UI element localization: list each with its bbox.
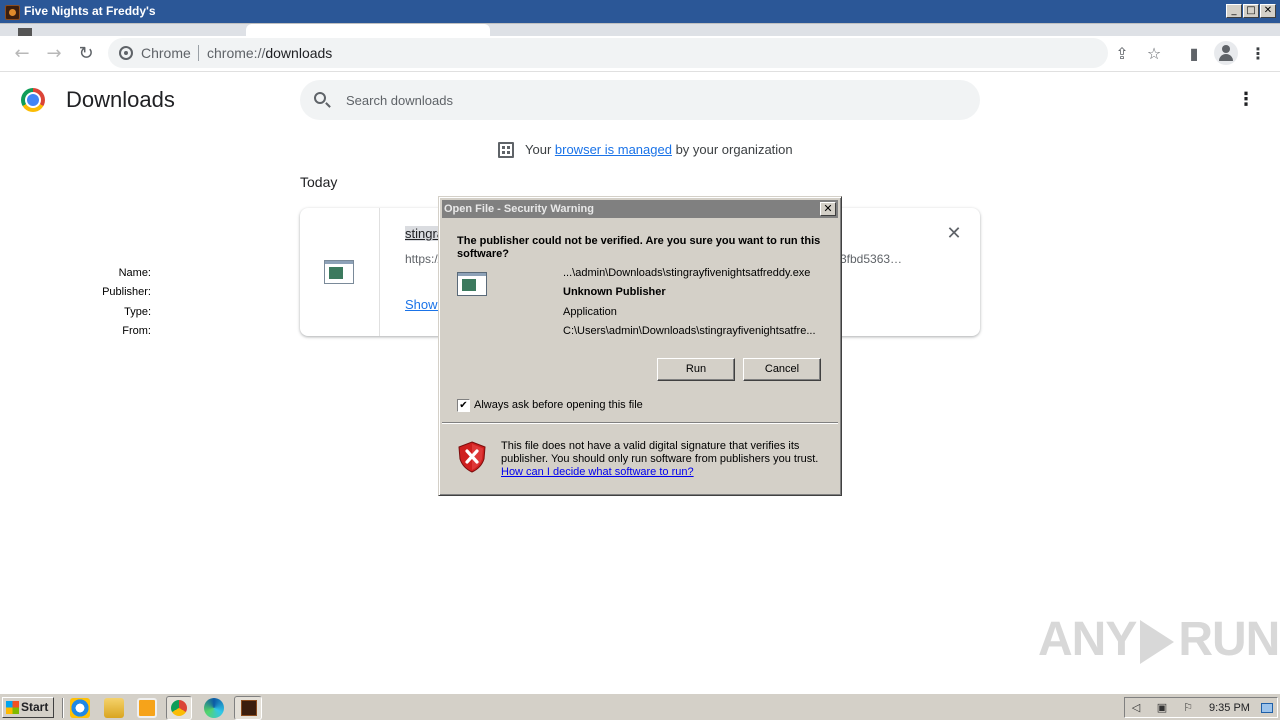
always-ask-checkbox[interactable]: ✔	[457, 399, 470, 412]
field-label: Name:	[118, 267, 151, 279]
dialog-close-button[interactable]: ✕	[820, 202, 836, 216]
profile-avatar-icon[interactable]	[1214, 41, 1238, 65]
tab-downloads[interactable]	[246, 24, 490, 36]
maximize-button[interactable]: □	[1243, 4, 1259, 18]
fnaf-icon	[241, 700, 257, 716]
date-section-header: Today	[300, 174, 338, 190]
field-label: Publisher:	[102, 286, 151, 298]
field-value: Application	[563, 306, 617, 318]
browser-toolbar: ← → ↻ Chrome chrome://downloads ⇪ ☆ ▮ ⋮	[0, 36, 1280, 72]
fnaf-app-icon	[5, 5, 20, 20]
building-icon	[498, 142, 514, 158]
remove-download-icon[interactable]: ✕	[944, 224, 964, 244]
chrome-logo-icon	[21, 88, 45, 112]
start-button[interactable]: Start	[2, 697, 54, 718]
anyrun-watermark: ANY RUN	[1038, 612, 1280, 667]
url-host: downloads	[265, 45, 333, 61]
exe-file-icon	[324, 260, 354, 284]
managed-text: Your browser is managed by your organiza…	[525, 142, 793, 157]
dialog-title: Open File - Security Warning	[444, 203, 594, 215]
chrome-menu-icon[interactable]: ⋮	[1246, 42, 1270, 66]
watermark-right: RUN	[1178, 613, 1280, 666]
search-icon[interactable]	[314, 92, 326, 104]
bookmark-star-icon[interactable]: ☆	[1142, 42, 1166, 66]
field-value: Unknown Publisher	[563, 286, 666, 298]
search-input[interactable]	[344, 90, 944, 110]
download-icon-area	[300, 208, 380, 336]
search-downloads-box[interactable]	[300, 80, 980, 120]
managed-suffix: by your organization	[671, 142, 793, 157]
dialog-file-icon	[457, 272, 487, 296]
close-window-button[interactable]: ✕	[1260, 4, 1276, 18]
url-scheme: chrome://	[207, 45, 266, 61]
download-filename-link[interactable]: stingrayfivenightsatfreddy.exe	[405, 226, 439, 241]
media-player-icon[interactable]	[137, 698, 157, 718]
download-url-tail: 3fbd5363…	[840, 252, 903, 266]
reload-icon[interactable]: ↻	[74, 42, 98, 66]
tab-strip	[0, 24, 1280, 36]
edge-icon[interactable]	[204, 698, 224, 718]
warning-text: This file does not have a valid digital …	[501, 440, 819, 465]
back-arrow-icon[interactable]: ←	[10, 42, 34, 66]
network-icon[interactable]: ▣	[1155, 701, 1169, 715]
dialog-divider	[442, 422, 838, 424]
field-label: Type:	[124, 306, 151, 318]
managed-prefix: Your	[525, 142, 555, 157]
security-warning-dialog: Open File - Security Warning ✕ The publi…	[102, 196, 842, 496]
file-explorer-icon[interactable]	[104, 698, 124, 718]
dialog-titlebar[interactable]: Open File - Security Warning ✕	[442, 200, 838, 218]
speaker-icon[interactable]: ◁	[1129, 701, 1143, 715]
show-in-folder-link[interactable]: Show in folder	[405, 297, 439, 312]
window-titlebar[interactable]: Five Nights at Freddy's _ □ ✕	[0, 0, 1280, 24]
system-tray: ◁ ▣ ⚐ 9:35 PM	[1124, 697, 1278, 718]
decide-software-link[interactable]: How can I decide what software to run?	[501, 466, 694, 478]
field-value: ...\admin\Downloads\stingrayfivenightsat…	[563, 267, 811, 279]
omnibox-chip: Chrome	[141, 45, 191, 61]
fnaf-taskbar-button[interactable]	[234, 696, 262, 720]
field-value: C:\Users\admin\Downloads\stingrayfivenig…	[563, 325, 816, 337]
flag-icon[interactable]: ⚐	[1181, 701, 1195, 715]
play-icon	[1140, 620, 1175, 665]
download-url[interactable]: https://	[405, 252, 439, 266]
forward-arrow-icon[interactable]: →	[42, 42, 66, 66]
field-label: From:	[122, 325, 151, 337]
show-desktop-icon[interactable]	[1261, 703, 1273, 713]
tab-favicon	[18, 28, 32, 36]
windows-logo-icon	[6, 701, 19, 714]
share-icon[interactable]: ⇪	[1110, 42, 1134, 66]
taskbar-clock[interactable]: 9:35 PM	[1209, 702, 1250, 714]
window-controls: _ □ ✕	[1226, 4, 1276, 18]
address-bar[interactable]: Chrome chrome://downloads	[108, 38, 1108, 68]
browser-managed-link[interactable]: browser is managed	[555, 142, 672, 157]
signature-warning: This file does not have a valid digital …	[501, 440, 821, 479]
cancel-button[interactable]: Cancel	[743, 358, 821, 381]
watermark-left: ANY	[1038, 613, 1137, 666]
start-label: Start	[21, 700, 49, 714]
window-title: Five Nights at Freddy's	[24, 4, 156, 18]
always-ask-label[interactable]: Always ask before opening this file	[474, 399, 643, 411]
run-button[interactable]: Run	[657, 358, 735, 381]
taskbar-separator	[62, 698, 64, 718]
chrome-site-icon	[119, 46, 133, 60]
page-title: Downloads	[66, 87, 175, 112]
chrome-taskbar-button[interactable]	[166, 696, 192, 720]
more-actions-icon[interactable]: ⋮	[1234, 88, 1258, 112]
red-shield-x-icon	[458, 441, 486, 473]
taskbar: Start ◁ ▣ ⚐ 9:35 PM	[0, 693, 1280, 720]
side-panel-icon[interactable]: ▮	[1182, 42, 1206, 66]
dialog-question: The publisher could not be verified. Are…	[457, 235, 821, 260]
chrome-icon	[171, 700, 187, 716]
omnibox-divider	[198, 45, 199, 61]
minimize-button[interactable]: _	[1226, 4, 1242, 18]
internet-explorer-icon[interactable]	[70, 698, 90, 718]
url-text[interactable]: chrome://downloads	[207, 45, 332, 61]
